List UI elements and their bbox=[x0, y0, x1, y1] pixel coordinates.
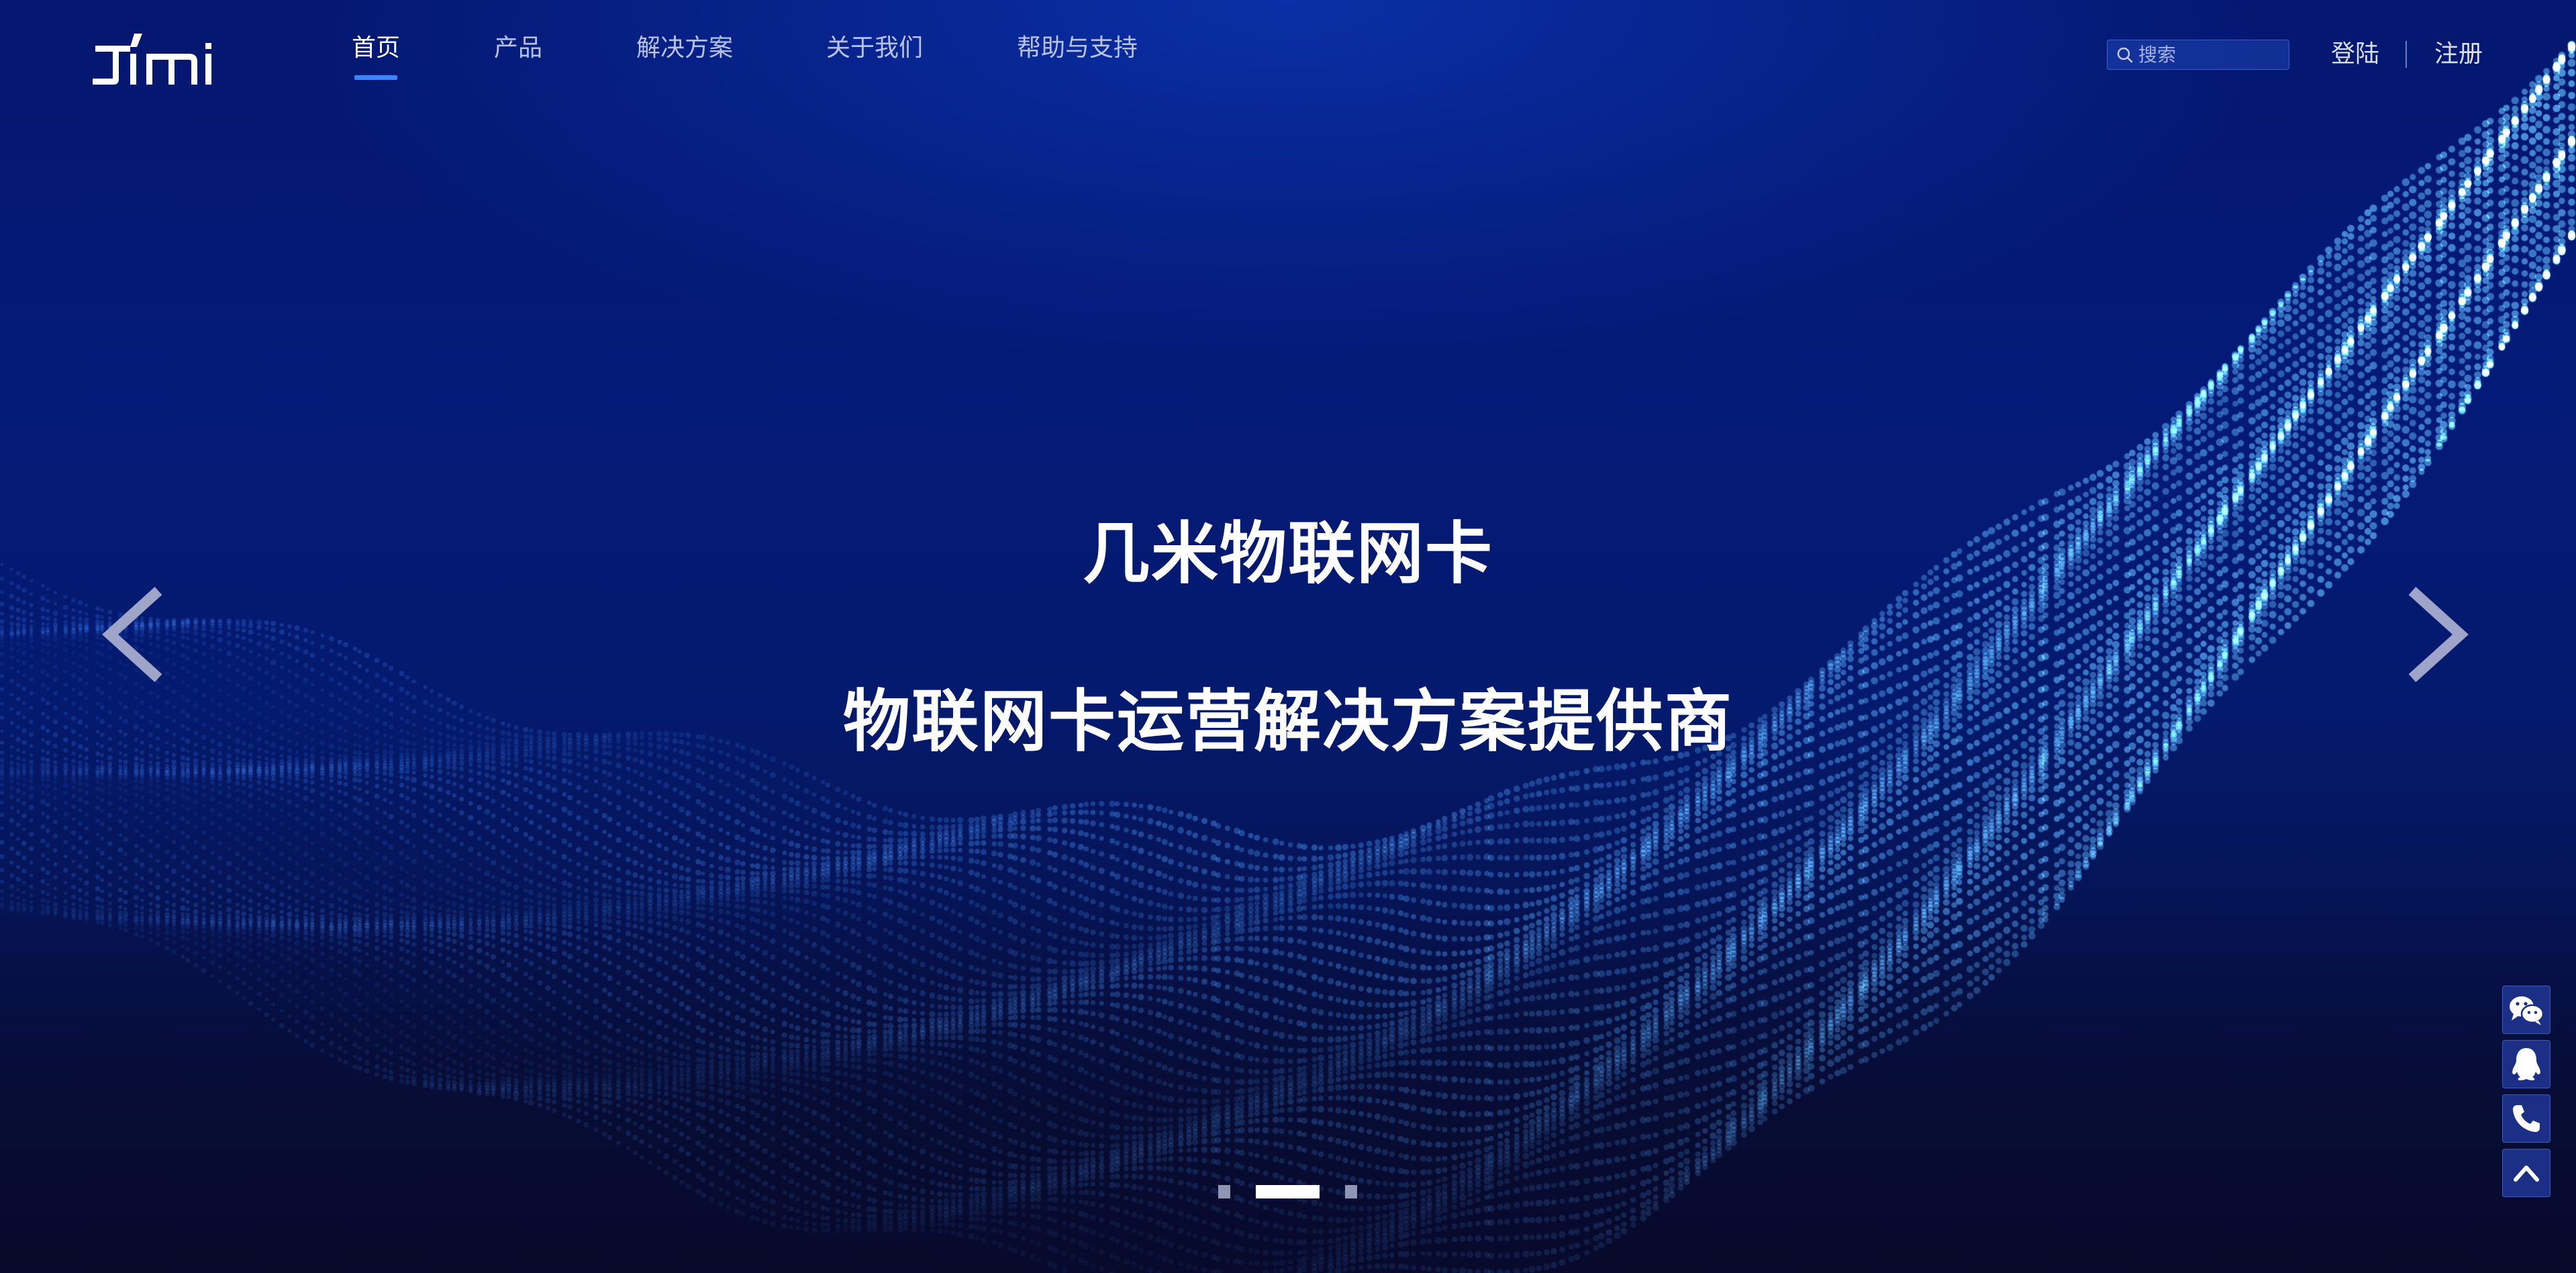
back-to-top-icon bbox=[2514, 1166, 2539, 1182]
carousel-dot-3[interactable] bbox=[1345, 1185, 1357, 1198]
nav-item-help-support[interactable]: 帮助与支持 bbox=[1017, 30, 1138, 97]
qq-icon bbox=[2512, 1048, 2540, 1080]
search-icon[interactable] bbox=[2114, 44, 2136, 66]
nav-item-products[interactable]: 产品 bbox=[494, 30, 542, 97]
wechat-icon bbox=[2510, 996, 2544, 1025]
carousel-next-arrow-icon[interactable] bbox=[2403, 584, 2477, 685]
nav-item-label: 关于我们 bbox=[826, 34, 924, 62]
carousel-pagination bbox=[0, 1185, 2576, 1201]
nav-item-about-us[interactable]: 关于我们 bbox=[826, 30, 923, 97]
wechat-button[interactable] bbox=[2502, 986, 2550, 1034]
hero-title: 几米物联网卡 bbox=[1083, 514, 1493, 593]
nav-item-label: 首页 bbox=[352, 34, 401, 62]
back-to-top-button[interactable] bbox=[2502, 1149, 2550, 1197]
jimi-logo[interactable] bbox=[90, 31, 221, 88]
phone-icon bbox=[2513, 1105, 2540, 1132]
auth-divider bbox=[2406, 41, 2407, 68]
carousel-prev-arrow-icon[interactable] bbox=[94, 584, 168, 685]
hero-subtitle: 物联网卡运营解决方案提供商 bbox=[843, 682, 1733, 761]
nav-item-solutions[interactable]: 解决方案 bbox=[636, 30, 733, 97]
nav-item-home[interactable]: 首页 bbox=[352, 30, 400, 97]
login-link[interactable]: 登陆 bbox=[2331, 38, 2379, 71]
search-input[interactable] bbox=[2136, 44, 2289, 66]
particle-wave-background bbox=[0, 0, 2576, 1273]
homepage: 首页 产品 解决方案 关于我们 帮助与支持 登陆 注册 几米物联网卡 物联网卡运… bbox=[0, 0, 2576, 1273]
nav-item-label: 解决方案 bbox=[636, 34, 734, 62]
nav-active-indicator bbox=[354, 75, 397, 80]
nav-item-label: 帮助与支持 bbox=[1017, 34, 1138, 62]
search-box bbox=[2107, 40, 2289, 70]
nav-item-label: 产品 bbox=[494, 34, 543, 62]
phone-button[interactable] bbox=[2502, 1094, 2550, 1143]
qq-button[interactable] bbox=[2502, 1040, 2550, 1088]
carousel-dot-1[interactable] bbox=[1218, 1185, 1230, 1198]
carousel-dot-2-active[interactable] bbox=[1256, 1185, 1320, 1198]
register-link[interactable]: 注册 bbox=[2434, 38, 2483, 71]
